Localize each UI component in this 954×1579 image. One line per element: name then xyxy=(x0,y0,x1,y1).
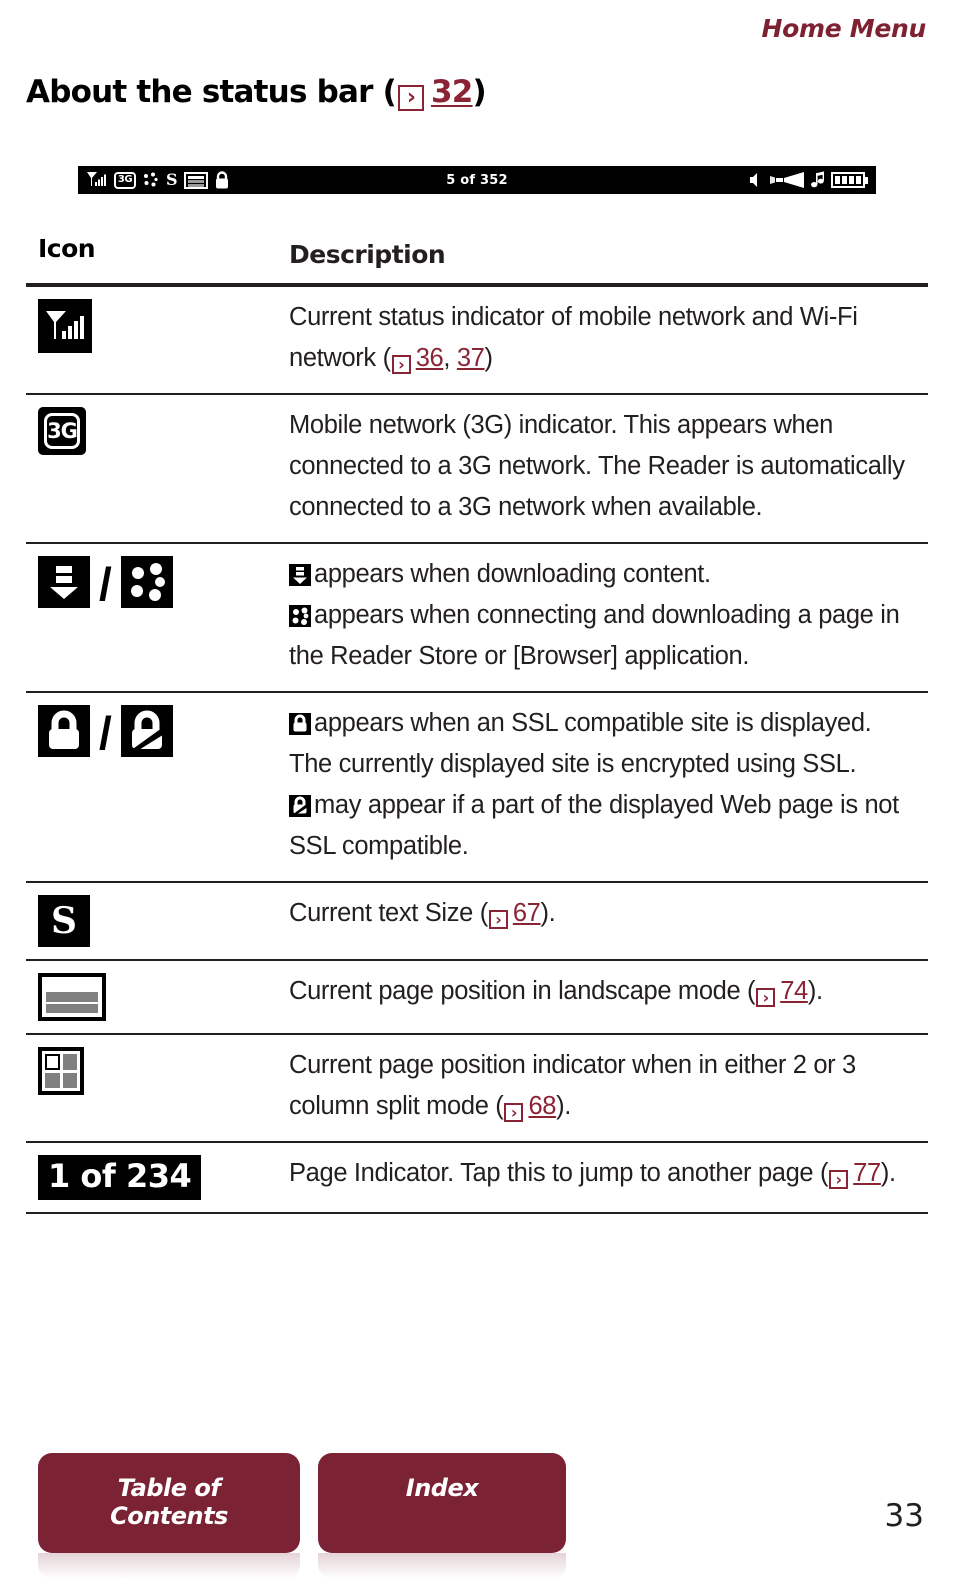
jump-arrow-icon[interactable]: › xyxy=(756,988,776,1007)
status-bar-icon-table: Icon Description Current status indicato… xyxy=(26,228,928,1215)
volume-low-icon xyxy=(750,173,757,187)
row-description-pre: Current page position in landscape mode … xyxy=(289,977,756,1005)
column-split-icon xyxy=(38,1047,84,1095)
jump-arrow-icon[interactable]: › xyxy=(488,910,508,929)
status-bar-graphic: 3G S 5 of 352 xyxy=(78,166,876,194)
page-link-37[interactable]: 37 xyxy=(457,344,485,372)
row-description-pre: Page Indicator. Tap this to jump to anot… xyxy=(289,1159,829,1187)
row-description-cell: Mobile network (3G) indicator. This appe… xyxy=(289,411,905,521)
row-description-pre: Current text Size ( xyxy=(289,899,488,927)
row-description-pre: Current page position indicator when in … xyxy=(289,1051,856,1120)
row-description-cell: Current status indicator of mobile netwo… xyxy=(281,287,928,393)
row-description-line2: may appear if a part of the displayed We… xyxy=(289,791,899,860)
download-icon xyxy=(38,556,90,608)
page-title-text: About the status bar ( xyxy=(26,74,397,110)
row-icon-cell xyxy=(26,961,281,1033)
status-bar-right-icons xyxy=(749,171,868,189)
row-description-post: ). xyxy=(540,899,556,927)
icon-pair: / xyxy=(38,556,173,608)
row-description-line2: appears when connecting and downloading … xyxy=(289,601,900,670)
row-icon-cell xyxy=(26,287,281,393)
jump-arrow-icon[interactable]: › xyxy=(391,355,411,374)
row-description-paren: ) xyxy=(484,344,494,372)
table-row: / appears when an SSL compatible site is… xyxy=(26,691,928,881)
table-row: 1 of 234 Page Indicator. Tap this to jum… xyxy=(26,1141,928,1215)
table-row: Current page position in landscape mode … xyxy=(26,959,928,1033)
row-description-comma: , xyxy=(443,344,457,372)
row-description-cell: appears when an SSL compatible site is d… xyxy=(281,693,928,881)
lock-icon xyxy=(289,713,311,735)
table-row: 3G Mobile network (3G) indicator. This a… xyxy=(26,393,928,542)
3g-icon: 3G xyxy=(38,407,86,455)
row-description-cell: Current page position indicator when in … xyxy=(281,1035,928,1141)
jump-arrow-icon[interactable]: › xyxy=(829,1170,849,1189)
slash-separator: / xyxy=(99,707,112,759)
status-bar: 3G S 5 of 352 xyxy=(78,166,876,194)
row-description-line1: appears when downloading content. xyxy=(314,560,711,588)
page-position-landscape-icon xyxy=(38,973,106,1021)
page-link-74[interactable]: 74 xyxy=(780,977,808,1005)
table-header-description: Description xyxy=(289,240,446,269)
row-icon-cell: 1 of 234 xyxy=(26,1143,281,1212)
index-button[interactable]: Index xyxy=(318,1453,566,1579)
page-title-close-paren: ) xyxy=(472,74,487,110)
slash-separator: / xyxy=(99,558,112,610)
page-indicator-badge: 1 of 234 xyxy=(38,1155,202,1201)
volume-high-icon xyxy=(770,172,804,188)
connecting-dots-icon xyxy=(289,605,311,627)
row-description-cell: appears when downloading content. appear… xyxy=(281,544,928,691)
table-of-contents-button[interactable]: Table of Contents xyxy=(38,1453,300,1579)
page-reference-link[interactable]: 32 xyxy=(431,74,473,110)
connecting-dots-icon xyxy=(120,556,173,608)
broken-lock-icon xyxy=(289,795,311,817)
row-icon-cell: S xyxy=(26,883,281,959)
text-size-s-icon: S xyxy=(38,895,90,947)
broken-lock-icon xyxy=(120,705,173,757)
text-size-s-label: S xyxy=(51,900,77,942)
table-row: Current page position indicator when in … xyxy=(26,1033,928,1141)
signal-icon xyxy=(38,299,92,353)
page-title: About the status bar ( › 32 ) xyxy=(26,74,487,111)
row-description-cell: Page Indicator. Tap this to jump to anot… xyxy=(281,1143,928,1212)
row-description-post: ). xyxy=(880,1159,896,1187)
row-icon-cell: / xyxy=(26,544,281,691)
table-row: / appears when downloading content. appe… xyxy=(26,542,928,691)
download-icon xyxy=(289,564,311,586)
row-description-cell: Current text Size (› 67). xyxy=(281,883,928,959)
battery-icon xyxy=(831,172,868,188)
page-number: 33 xyxy=(884,1498,924,1534)
table-header-icon: Icon xyxy=(38,234,96,263)
row-description-text: Current status indicator of mobile netwo… xyxy=(289,303,858,372)
page-link-36[interactable]: 36 xyxy=(416,344,444,372)
icon-pair: / xyxy=(38,705,173,757)
breadcrumb: Home Menu xyxy=(761,14,926,43)
table-header-row: Icon Description xyxy=(26,228,928,285)
page-link-67[interactable]: 67 xyxy=(513,899,541,927)
footer-buttons: Table of Contents Index xyxy=(38,1453,566,1579)
row-description-post: ). xyxy=(807,977,823,1005)
row-icon-cell xyxy=(26,1035,281,1141)
row-description-post: ). xyxy=(556,1092,571,1120)
row-icon-cell: 3G xyxy=(26,395,281,542)
page-link-77[interactable]: 77 xyxy=(853,1159,881,1187)
jump-arrow-icon[interactable]: › xyxy=(504,1103,524,1122)
lock-icon xyxy=(38,705,90,757)
row-description-line1: appears when an SSL compatible site is d… xyxy=(289,709,872,778)
3g-icon-label: 3G xyxy=(47,419,78,443)
music-note-icon xyxy=(811,171,824,188)
table-row: S Current text Size (› 67). xyxy=(26,881,928,959)
page-link-68[interactable]: 68 xyxy=(528,1092,556,1120)
jump-arrow-icon[interactable]: › xyxy=(397,85,424,111)
table-row: Current status indicator of mobile netwo… xyxy=(26,285,928,393)
row-description-cell: Current page position in landscape mode … xyxy=(281,961,928,1033)
row-icon-cell: / xyxy=(26,693,281,881)
